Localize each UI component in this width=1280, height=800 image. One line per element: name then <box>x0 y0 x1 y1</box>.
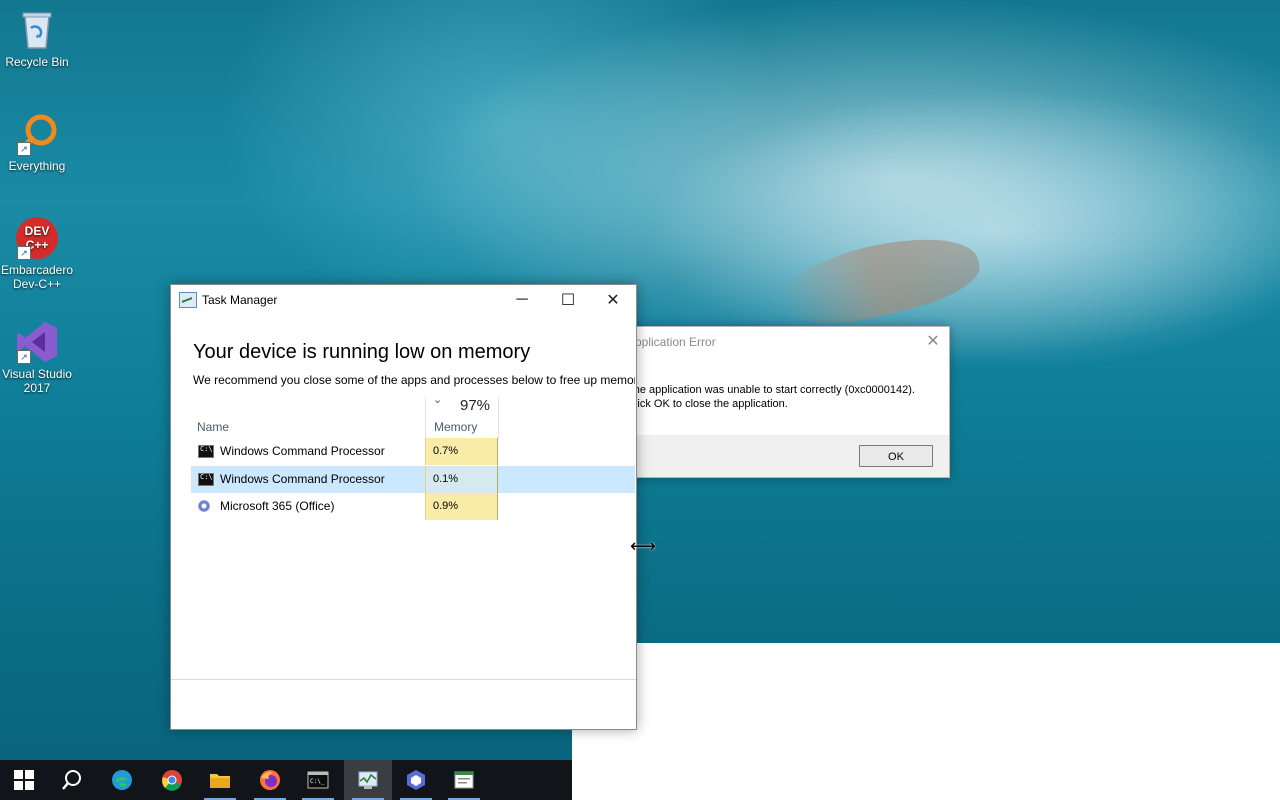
minimize-button[interactable]: ─ <box>499 285 545 315</box>
table-row[interactable]: Windows Command Processor 0.7% <box>191 438 635 465</box>
column-divider <box>498 397 499 439</box>
visual-studio-icon: ↗ <box>15 320 59 364</box>
taskbar-app[interactable] <box>440 760 488 800</box>
blank-area <box>572 643 1280 800</box>
start-button[interactable] <box>0 760 48 800</box>
shortcut-arrow-icon: ↗ <box>17 142 31 156</box>
everything-search-icon: ↗ <box>15 112 59 156</box>
error-dialog-title: Application Error <box>627 335 716 349</box>
shortcut-arrow-icon: ↗ <box>17 246 31 260</box>
taskbar-firefox[interactable] <box>246 760 294 800</box>
ok-button[interactable]: OK <box>859 445 933 467</box>
error-message-line2: Click OK to close the application. <box>627 398 788 410</box>
chrome-icon <box>162 770 182 791</box>
desktop-icon-everything[interactable]: ↗ Everything <box>0 112 74 173</box>
desktop-icon-recycle-bin[interactable]: Recycle Bin <box>0 8 74 69</box>
error-message: The application was unable to start corr… <box>627 383 915 411</box>
firefox-icon <box>260 770 280 790</box>
edge-icon <box>112 770 132 790</box>
error-message-line1: The application was unable to start corr… <box>627 384 915 396</box>
page-subtitle: We recommend you close some of the apps … <box>193 373 635 387</box>
svg-text:DEV: DEV <box>25 224 50 238</box>
taskbar-file-explorer[interactable] <box>196 760 244 800</box>
close-icon[interactable]: ✕ <box>923 331 943 351</box>
memory-total-percent: 97% <box>460 397 491 414</box>
search-icon <box>62 770 81 790</box>
page-title: Your device is running low on memory <box>193 341 531 363</box>
desktop-icon-dev-cpp[interactable]: DEV C++ ↗ Embarcadero Dev-C++ <box>0 216 74 291</box>
desktop-icon-label: Embarcadero Dev-C++ <box>0 263 74 291</box>
shortcut-arrow-icon: ↗ <box>17 350 31 364</box>
svg-text:C:\_: C:\_ <box>310 778 325 785</box>
process-name: Windows Command Processor <box>220 444 385 458</box>
command-prompt-icon <box>198 473 214 486</box>
folder-icon <box>210 774 230 788</box>
resize-cursor-icon: ⟷ <box>630 536 656 556</box>
process-memory: 0.9% <box>425 493 498 520</box>
error-dialog-button-bar: OK <box>621 435 949 477</box>
table-row[interactable]: Windows Command Processor 0.1% <box>191 466 635 493</box>
command-prompt-icon <box>198 445 214 458</box>
table-row[interactable]: Microsoft 365 (Office) 0.9% <box>191 493 635 520</box>
desktop-icon-label: Everything <box>8 159 66 173</box>
task-manager-window: Task Manager ─ ☐ ✕ Your device is runnin… <box>170 284 637 730</box>
taskbar-copilot[interactable] <box>392 760 440 800</box>
close-button[interactable]: ✕ <box>590 285 636 315</box>
taskbar-chrome[interactable] <box>148 760 196 800</box>
chevron-down-icon[interactable]: ⌄ <box>433 393 442 406</box>
maximize-button[interactable]: ☐ <box>545 285 591 315</box>
recycle-bin-icon <box>15 8 59 52</box>
column-header-memory[interactable]: Memory <box>434 420 477 434</box>
window-icon <box>454 771 474 789</box>
windows-logo-icon <box>14 770 34 790</box>
office-icon <box>198 500 210 512</box>
process-name: Microsoft 365 (Office) <box>220 499 335 513</box>
task-manager-icon <box>358 771 378 789</box>
terminal-icon: C:\_ <box>307 771 329 789</box>
dev-cpp-icon: DEV C++ ↗ <box>15 216 59 260</box>
footer-divider <box>171 679 636 680</box>
copilot-icon <box>407 770 425 790</box>
taskbar-command-prompt[interactable]: C:\_ <box>294 760 342 800</box>
desktop-icon-label: Recycle Bin <box>5 55 69 69</box>
window-title: Task Manager <box>202 293 278 307</box>
column-divider <box>425 397 426 439</box>
search-button[interactable] <box>48 760 96 800</box>
desktop-icon-visual-studio[interactable]: ↗ Visual Studio 2017 <box>0 320 74 395</box>
taskbar-task-manager[interactable] <box>344 760 392 800</box>
task-manager-icon <box>179 292 197 308</box>
application-error-dialog: Application Error ✕ The application was … <box>620 326 950 478</box>
column-header-name[interactable]: Name <box>197 420 229 434</box>
process-memory: 0.7% <box>425 438 498 465</box>
process-memory: 0.1% <box>425 466 498 493</box>
taskbar-edge[interactable] <box>98 760 146 800</box>
taskbar: C:\_ <box>0 760 572 800</box>
process-name: Windows Command Processor <box>220 472 385 486</box>
desktop-icon-label: Visual Studio 2017 <box>2 367 72 395</box>
task-manager-titlebar[interactable]: Task Manager ─ ☐ ✕ <box>171 285 636 315</box>
